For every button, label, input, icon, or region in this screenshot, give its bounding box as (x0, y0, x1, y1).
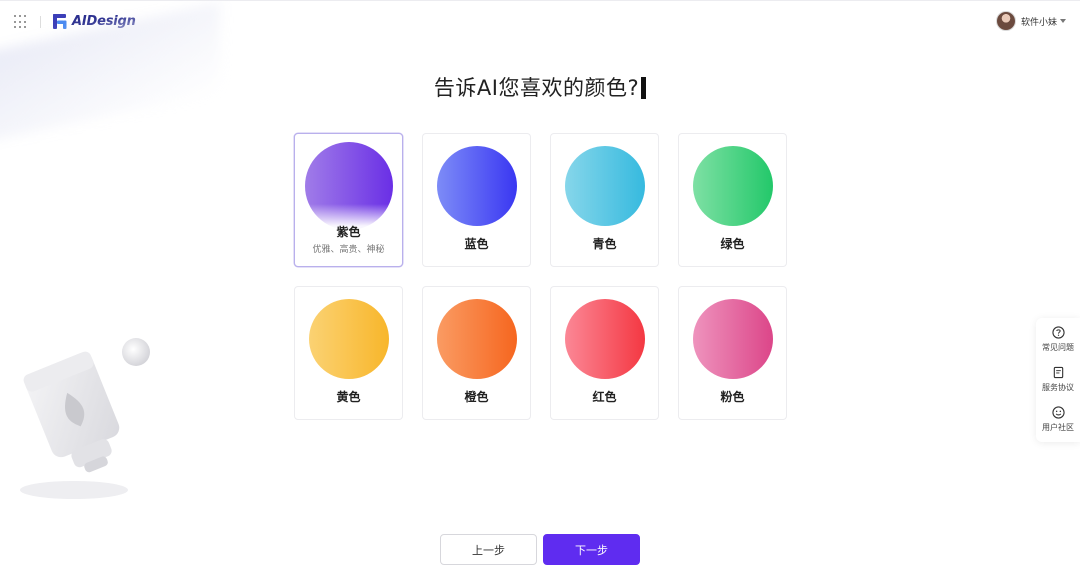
color-label: 黄色 (336, 390, 361, 404)
color-swatch (565, 299, 645, 379)
color-label: 粉色 (720, 390, 745, 404)
color-swatch (693, 299, 773, 379)
prev-step-button[interactable]: 上一步 (440, 534, 537, 565)
help-agreement[interactable]: 服务协议 (1036, 366, 1080, 393)
color-card-cyan[interactable]: 青色 (550, 133, 659, 267)
help-label: 用户社区 (1042, 423, 1074, 432)
divider (40, 16, 41, 28)
help-community[interactable]: 用户社区 (1036, 406, 1080, 433)
next-step-button[interactable]: 下一步 (543, 534, 640, 565)
color-label: 青色 (592, 237, 617, 251)
color-label: 橙色 (464, 390, 489, 404)
color-card-purple[interactable]: 紫色优雅、高贵、神秘 (294, 133, 403, 267)
page-title: 告诉AI您喜欢的颜色? (0, 72, 1080, 102)
color-swatch (309, 299, 389, 379)
help-panel: 常见问题 服务协议 用户社区 (1036, 318, 1080, 442)
color-card-red[interactable]: 红色 (550, 286, 659, 420)
color-swatch (565, 146, 645, 226)
help-faq[interactable]: 常见问题 (1036, 326, 1080, 353)
user-name: 软件小妹 (1020, 17, 1057, 28)
color-label: 紫色 (336, 225, 361, 239)
paint-bottle-illustration (20, 338, 150, 499)
chevron-down-icon[interactable] (1060, 19, 1066, 23)
aidesign-logo-icon (53, 14, 67, 29)
color-label: 红色 (592, 390, 617, 404)
color-swatch (693, 146, 773, 226)
user-menu[interactable]: 软件小妹 (995, 11, 1066, 31)
avatar[interactable] (995, 11, 1016, 31)
color-card-blue[interactable]: 蓝色 (422, 133, 531, 267)
smile-icon (1051, 406, 1065, 419)
app-grid-icon[interactable] (14, 15, 28, 29)
color-card-green[interactable]: 绿色 (678, 133, 787, 267)
color-swatch (437, 146, 517, 226)
color-card-orange[interactable]: 橙色 (422, 286, 531, 420)
question-icon (1051, 326, 1065, 339)
color-description: 优雅、高贵、神秘 (312, 245, 385, 255)
page-title-text: 告诉AI您喜欢的颜色? (433, 76, 640, 100)
color-label: 绿色 (720, 237, 745, 251)
help-label: 服务协议 (1042, 383, 1074, 392)
color-card-yellow[interactable]: 黄色 (294, 286, 403, 420)
text-cursor (641, 77, 647, 99)
color-label: 蓝色 (464, 237, 489, 251)
color-swatch (437, 299, 517, 379)
color-options: 紫色优雅、高贵、神秘 蓝色 青色 绿色 黄色 橙色 红色 粉色 (294, 133, 787, 420)
help-label: 常见问题 (1042, 343, 1074, 352)
document-icon (1053, 366, 1063, 379)
color-card-pink[interactable]: 粉色 (678, 286, 787, 420)
